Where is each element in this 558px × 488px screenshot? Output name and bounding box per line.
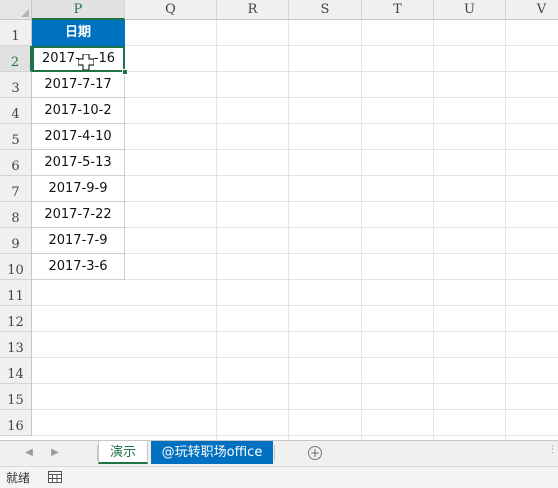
column-header-u[interactable]: U [434, 0, 506, 20]
row-header-11[interactable]: 11 [0, 280, 32, 306]
select-all-corner[interactable] [0, 0, 32, 20]
sheet-tab-bar: ◀ ▶ 演示 @玩转职场office + ⋮ [0, 440, 558, 466]
macro-record-icon[interactable] [48, 471, 62, 483]
status-bar: 就绪 [0, 466, 558, 488]
gridline [32, 383, 558, 384]
cell-p9[interactable]: 2017-7-9 [32, 228, 125, 254]
row-header-6[interactable]: 6 [0, 150, 32, 176]
row-header-3[interactable]: 3 [0, 72, 32, 98]
row-header-15[interactable]: 15 [0, 384, 32, 410]
row-header-4[interactable]: 4 [0, 98, 32, 124]
row-header-9[interactable]: 9 [0, 228, 32, 254]
cell-p10[interactable]: 2017-3-6 [32, 254, 125, 280]
fill-handle[interactable] [122, 69, 128, 75]
gridline [32, 357, 558, 358]
gridline [216, 20, 217, 440]
cross-cursor-icon [78, 54, 94, 70]
column-header-v[interactable]: V [506, 0, 558, 20]
tab-sheet-demo[interactable]: 演示 [98, 441, 148, 464]
cell-p8[interactable]: 2017-7-22 [32, 202, 125, 228]
row-header-1[interactable]: 1 [0, 20, 32, 46]
column-header-p[interactable]: P [32, 0, 125, 20]
cell-p2-text-end: -16 [93, 51, 115, 66]
plus-circle-icon[interactable]: + [308, 446, 322, 460]
gridline [32, 305, 558, 306]
column-header-q[interactable]: Q [125, 0, 217, 20]
row-header-10[interactable]: 10 [0, 254, 32, 280]
column-header-t[interactable]: T [362, 0, 434, 20]
worksheet-grid[interactable]: P Q R S T U V 1 2 3 4 5 6 7 8 9 10 11 12… [0, 0, 558, 440]
gridline [32, 331, 558, 332]
triangle-right-icon[interactable]: ▶ [48, 446, 62, 460]
row-header-7[interactable]: 7 [0, 176, 32, 202]
row-header-5[interactable]: 5 [0, 124, 32, 150]
row-header-8[interactable]: 8 [0, 202, 32, 228]
row-header-12[interactable]: 12 [0, 306, 32, 332]
column-header-r[interactable]: R [217, 0, 289, 20]
row-header-14[interactable]: 14 [0, 358, 32, 384]
tab-separator [274, 445, 275, 461]
cell-p2-text-start: 2017- [41, 51, 80, 66]
cell-p7[interactable]: 2017-9-9 [32, 176, 125, 202]
row-header-2[interactable]: 2 [0, 46, 32, 72]
cell-p1-header[interactable]: 日期 [32, 20, 125, 46]
gridline [505, 20, 506, 440]
row-header-16[interactable]: 16 [0, 410, 32, 436]
select-all-triangle-icon [21, 9, 29, 17]
gridline [361, 20, 362, 440]
tab-sheet-office[interactable]: @玩转职场office [151, 441, 273, 464]
cell-p4[interactable]: 2017-10-2 [32, 98, 125, 124]
cell-p6[interactable]: 2017-5-13 [32, 150, 125, 176]
scroll-grip-icon[interactable]: ⋮ [548, 446, 557, 459]
column-header-s[interactable]: S [289, 0, 362, 20]
gridline [32, 409, 558, 410]
gridline [32, 435, 558, 436]
triangle-left-icon[interactable]: ◀ [22, 446, 36, 460]
gridline [433, 20, 434, 440]
status-ready-text: 就绪 [6, 471, 31, 485]
cell-p3[interactable]: 2017-7-17 [32, 72, 125, 98]
gridline [288, 20, 289, 440]
cell-p5[interactable]: 2017-4-10 [32, 124, 125, 150]
row-header-13[interactable]: 13 [0, 332, 32, 358]
